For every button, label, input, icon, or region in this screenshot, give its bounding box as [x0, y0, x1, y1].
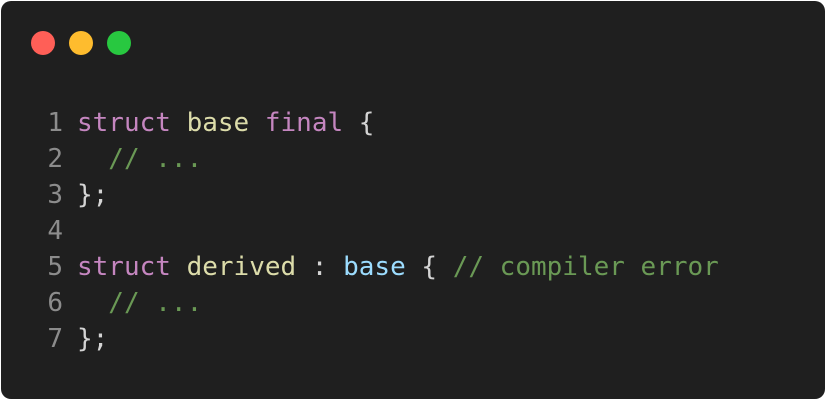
line-number: 7	[47, 324, 63, 354]
line-number: 2	[47, 144, 63, 174]
code-token-punct: };	[77, 180, 109, 210]
code-line: 4	[1, 213, 719, 249]
window-controls	[31, 31, 131, 55]
code-token-type: derived	[186, 252, 297, 282]
code-token-punct: };	[77, 324, 109, 354]
code-token-punct: {	[405, 252, 453, 282]
zoom-button[interactable]	[107, 31, 131, 55]
code-token-keyword: struct	[77, 108, 171, 138]
code-token-base-ref: base	[343, 252, 406, 282]
code-token-punct: {	[343, 108, 375, 138]
code-token-keyword: struct	[77, 252, 171, 282]
code-line: 3};	[1, 177, 719, 213]
code-line: 6 // ...	[1, 285, 719, 321]
line-number: 4	[47, 216, 63, 246]
close-button[interactable]	[31, 31, 55, 55]
line-number: 1	[47, 108, 63, 138]
code-block: 1 struct base final {2 // ... 3}; 4 5 struct …	[1, 105, 719, 357]
code-line: 1 struct base final {	[1, 105, 719, 141]
line-number: 3	[47, 180, 63, 210]
minimize-button[interactable]	[69, 31, 93, 55]
code-token-punct: :	[296, 252, 344, 282]
line-number: 6	[47, 288, 63, 318]
code-line: 5 struct derived : base { // compiler err…	[1, 249, 719, 285]
code-token-comment: // compiler error	[452, 252, 719, 282]
code-window: 1 struct base final {2 // ... 3}; 4 5 struct …	[1, 1, 825, 399]
code-token-keyword: final	[264, 108, 344, 138]
code-token-type: base	[186, 108, 250, 138]
code-token-punct	[171, 249, 187, 285]
line-number: 5	[47, 252, 63, 282]
code-line: 2 // ...	[1, 141, 719, 177]
code-token-comment: // ...	[77, 288, 203, 318]
code-line: 7};	[1, 321, 719, 357]
code-token-punct	[249, 105, 265, 141]
code-token-punct	[171, 105, 187, 141]
code-token-comment: // ...	[77, 144, 203, 174]
